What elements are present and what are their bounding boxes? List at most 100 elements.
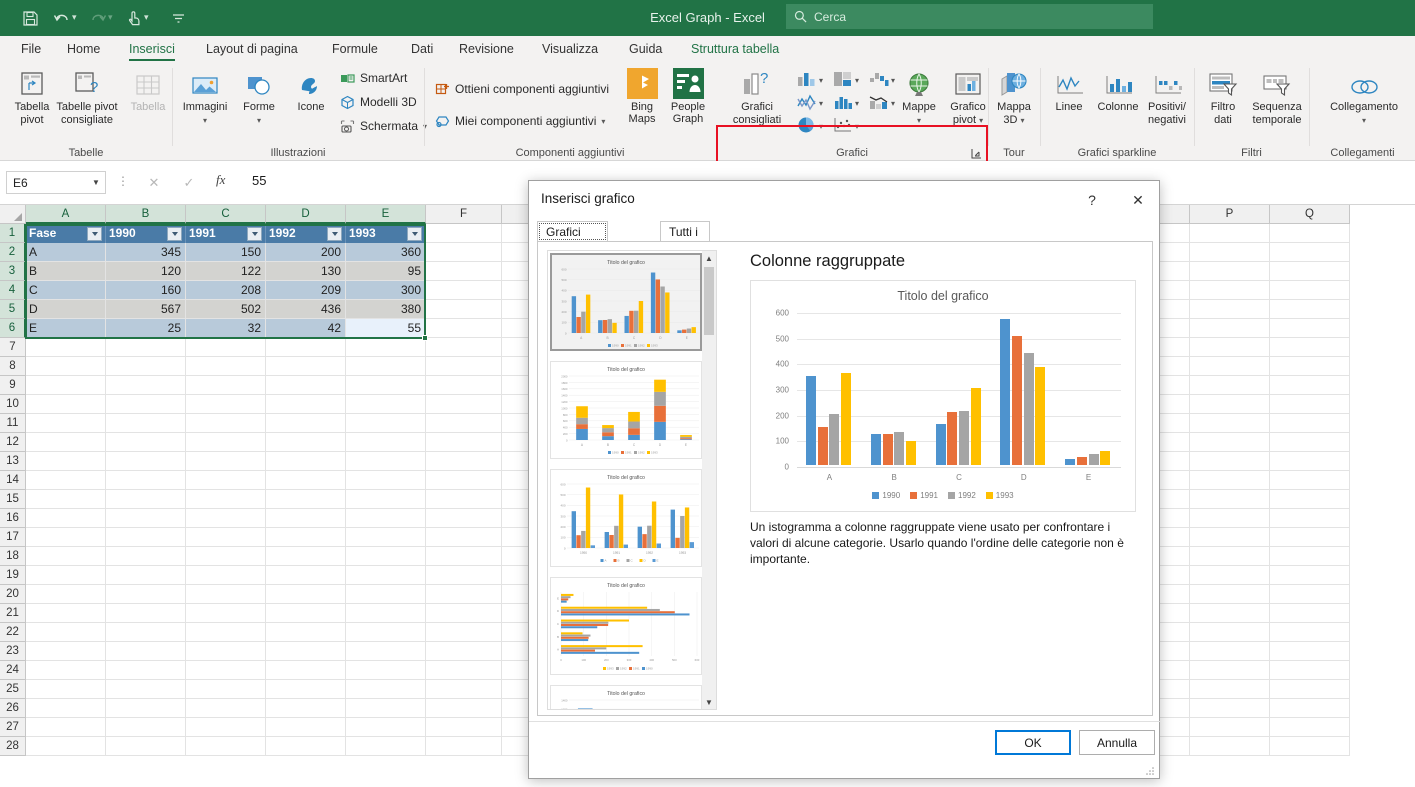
- table-row[interactable]: 122: [186, 262, 266, 281]
- cell[interactable]: [1190, 224, 1270, 243]
- cell[interactable]: [186, 528, 266, 547]
- cell[interactable]: [26, 661, 106, 680]
- my-addins-caret-icon[interactable]: ▾: [601, 117, 605, 126]
- cell[interactable]: [1270, 338, 1350, 357]
- row-header-28[interactable]: 28: [0, 737, 26, 756]
- cell[interactable]: [1270, 395, 1350, 414]
- cell[interactable]: [346, 604, 426, 623]
- cell[interactable]: [106, 642, 186, 661]
- cell[interactable]: [1270, 471, 1350, 490]
- cell[interactable]: [426, 300, 502, 319]
- cell[interactable]: [266, 737, 346, 756]
- cell[interactable]: [426, 281, 502, 300]
- cell[interactable]: [1190, 414, 1270, 433]
- column-header-F[interactable]: F: [426, 205, 502, 224]
- scatter-chart-icon[interactable]: [832, 116, 854, 136]
- cell[interactable]: [186, 433, 266, 452]
- cell[interactable]: [1190, 528, 1270, 547]
- cell[interactable]: [1270, 433, 1350, 452]
- scroll-up-icon[interactable]: ▲: [702, 251, 716, 265]
- sparkline-column-button[interactable]: Colonne: [1093, 65, 1143, 114]
- get-addins-button[interactable]: Ottieni componenti aggiuntivi: [434, 81, 609, 97]
- ok-button[interactable]: OK: [995, 730, 1071, 755]
- cell[interactable]: [1190, 547, 1270, 566]
- cell[interactable]: [1190, 357, 1270, 376]
- cell[interactable]: [186, 547, 266, 566]
- tab-dati[interactable]: Dati: [402, 36, 442, 62]
- cell[interactable]: [1270, 452, 1350, 471]
- cell[interactable]: [426, 699, 502, 718]
- table-row[interactable]: 345: [106, 243, 186, 262]
- cell[interactable]: [1270, 566, 1350, 585]
- cell[interactable]: [266, 414, 346, 433]
- cell[interactable]: [106, 357, 186, 376]
- cell[interactable]: [266, 718, 346, 737]
- cell[interactable]: [186, 604, 266, 623]
- row-header-14[interactable]: 14: [0, 471, 26, 490]
- cell[interactable]: [266, 395, 346, 414]
- table-row[interactable]: 95: [346, 262, 426, 281]
- row-header-16[interactable]: 16: [0, 509, 26, 528]
- cell[interactable]: [106, 395, 186, 414]
- tab-home[interactable]: Home: [58, 36, 109, 62]
- cell[interactable]: [26, 452, 106, 471]
- cell[interactable]: [106, 338, 186, 357]
- fx-icon[interactable]: fx: [216, 172, 225, 188]
- cancel-button[interactable]: Annulla: [1079, 730, 1155, 755]
- row-header-8[interactable]: 8: [0, 357, 26, 376]
- chart-dialog-launcher[interactable]: [971, 148, 982, 159]
- row-header-6[interactable]: 6: [0, 319, 26, 338]
- customize-qat-icon[interactable]: [166, 6, 190, 30]
- cell[interactable]: [106, 566, 186, 585]
- cell[interactable]: [266, 623, 346, 642]
- cell[interactable]: [346, 661, 426, 680]
- cell[interactable]: [26, 585, 106, 604]
- help-icon[interactable]: ?: [1077, 189, 1107, 211]
- cell[interactable]: [426, 452, 502, 471]
- row-header-10[interactable]: 10: [0, 395, 26, 414]
- table-row[interactable]: 209: [266, 281, 346, 300]
- cell[interactable]: [266, 376, 346, 395]
- table-row[interactable]: 360: [346, 243, 426, 262]
- name-box-caret-icon[interactable]: ▼: [87, 178, 105, 187]
- cell[interactable]: [186, 414, 266, 433]
- cell[interactable]: [26, 338, 106, 357]
- cell[interactable]: [186, 718, 266, 737]
- cell[interactable]: [106, 452, 186, 471]
- table-row[interactable]: 300: [346, 281, 426, 300]
- cell[interactable]: [26, 395, 106, 414]
- cell[interactable]: [266, 509, 346, 528]
- cell[interactable]: [346, 547, 426, 566]
- cell[interactable]: [1190, 623, 1270, 642]
- table-row[interactable]: A: [26, 243, 106, 262]
- link-caret-icon[interactable]: ▾: [1362, 116, 1366, 125]
- cell[interactable]: [26, 490, 106, 509]
- table-row[interactable]: D: [26, 300, 106, 319]
- cell[interactable]: [426, 585, 502, 604]
- cell[interactable]: [186, 585, 266, 604]
- column-header-B[interactable]: B: [106, 205, 186, 224]
- redo-icon[interactable]: [86, 6, 110, 30]
- map3d-caret-icon[interactable]: ▾: [1021, 116, 1025, 125]
- cell[interactable]: [1270, 623, 1350, 642]
- table-row[interactable]: 32: [186, 319, 266, 338]
- map3d-button[interactable]: Mappa 3D ▾: [986, 65, 1042, 127]
- cell[interactable]: [186, 395, 266, 414]
- thumb-clustered-column-switched[interactable]: Titolo del grafico 0 100 200 300 400 500 600 199…: [550, 469, 702, 567]
- cell[interactable]: [346, 414, 426, 433]
- touch-mode-icon[interactable]: [122, 6, 146, 30]
- cell[interactable]: [186, 661, 266, 680]
- cell[interactable]: [1270, 262, 1350, 281]
- bing-maps-button[interactable]: Bing Maps: [622, 65, 662, 125]
- cell[interactable]: [1270, 661, 1350, 680]
- row-header-1[interactable]: 1: [0, 224, 26, 243]
- cell[interactable]: [426, 604, 502, 623]
- cell[interactable]: [426, 566, 502, 585]
- table-row[interactable]: 25: [106, 319, 186, 338]
- table-row[interactable]: C: [26, 281, 106, 300]
- tab-file[interactable]: File: [12, 36, 50, 62]
- cell[interactable]: [426, 338, 502, 357]
- cell[interactable]: [346, 566, 426, 585]
- filter-dropdown-icon[interactable]: [167, 226, 182, 241]
- cell[interactable]: [426, 319, 502, 338]
